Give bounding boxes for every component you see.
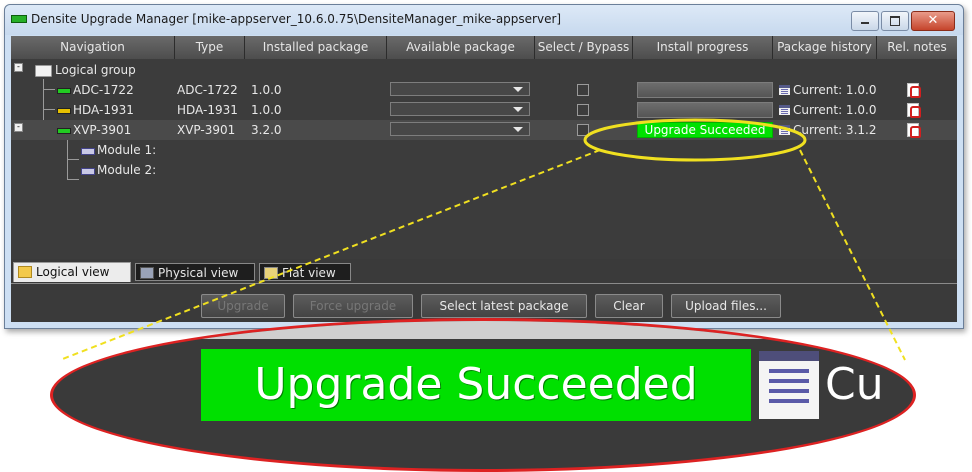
leader-line xyxy=(59,149,601,361)
callout-overlay xyxy=(59,118,906,361)
leader-line xyxy=(799,149,906,361)
highlight-ellipse xyxy=(583,118,807,162)
